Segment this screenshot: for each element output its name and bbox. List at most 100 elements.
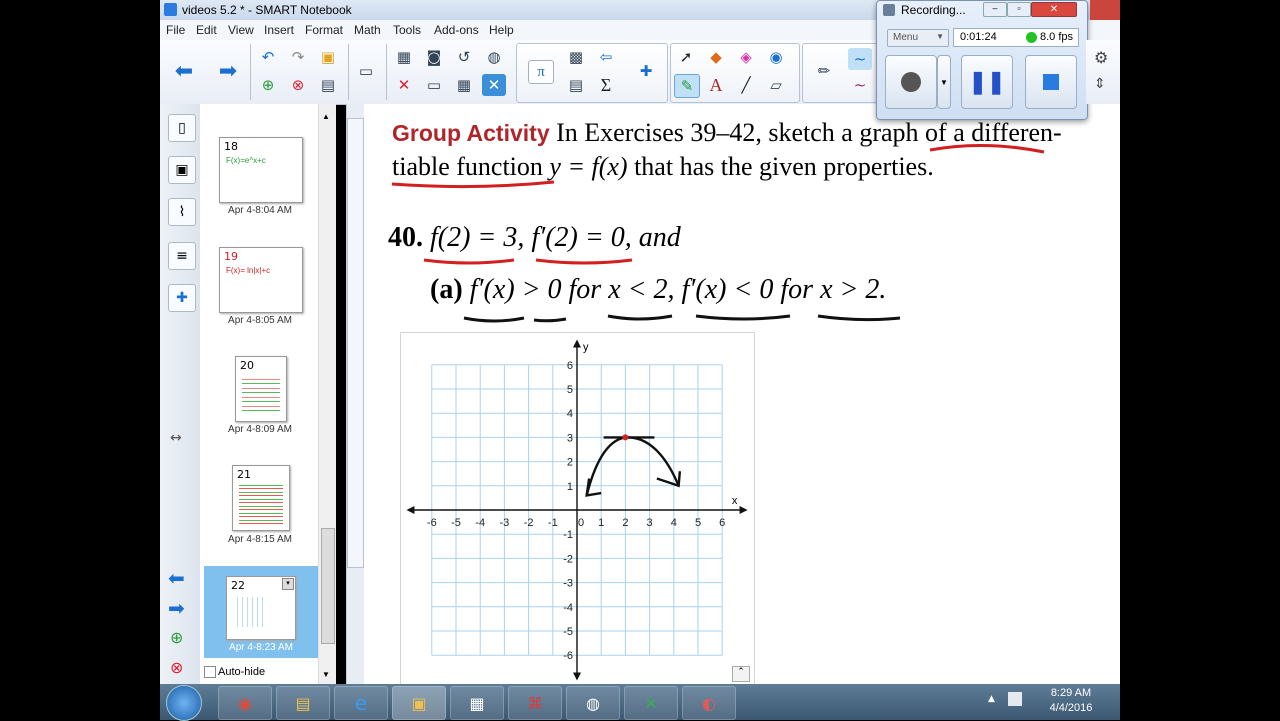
fill-icon[interactable]: ◉ — [764, 46, 788, 68]
screen-shade-icon[interactable]: ▭ — [354, 60, 378, 82]
menu-format[interactable]: Format — [305, 23, 343, 37]
add-page-icon[interactable]: ⊕ — [256, 74, 280, 96]
page-thumbnail[interactable]: 20 — [235, 356, 287, 422]
delete-page-icon[interactable]: ⊗ — [170, 658, 183, 677]
pause-button[interactable]: ❚❚ — [961, 55, 1013, 109]
file-explorer-icon[interactable]: ▤ — [276, 686, 330, 720]
stop-button[interactable] — [1025, 55, 1077, 109]
save-icon[interactable]: ▤ — [316, 74, 340, 96]
table-math-icon[interactable]: ▤ — [564, 74, 588, 96]
recorder-app-icon[interactable]: ◐ — [682, 686, 736, 720]
recorder-title: Recording... — [901, 3, 966, 17]
calculator-icon[interactable]: ▦ — [450, 686, 504, 720]
delete-icon[interactable]: ✕ — [392, 74, 416, 96]
show-hidden-icons[interactable]: ▲ — [988, 694, 995, 704]
web-icon[interactable]: ◍ — [482, 46, 506, 68]
autohide-checkbox[interactable] — [204, 666, 216, 678]
text-icon[interactable]: A — [704, 74, 728, 96]
shape-icon[interactable]: ◆ — [704, 46, 728, 68]
pen-type-icon[interactable]: ✏ — [812, 60, 836, 82]
forward-arrow-icon[interactable]: ➡ — [216, 59, 240, 84]
smart-notebook-icon[interactable]: ▣ — [392, 686, 446, 720]
graph-icon[interactable]: ▩ — [564, 46, 588, 68]
paste-icon[interactable]: ▦ — [392, 46, 416, 68]
gear-icon[interactable]: ⚙ — [1094, 48, 1108, 67]
x-tick-label: -3 — [500, 517, 510, 529]
move-toolbar-icon[interactable]: ⇕ — [1094, 76, 1106, 92]
attachments-tab-icon[interactable]: ⌇ — [168, 198, 196, 226]
close-shape-icon[interactable]: ✕ — [482, 74, 506, 96]
delete-page-icon[interactable]: ⊗ — [286, 74, 310, 96]
menu-addons[interactable]: Add-ons — [434, 23, 479, 37]
select-arrow-icon[interactable]: ➚ — [674, 46, 698, 68]
pen-icon[interactable]: ✎ — [674, 74, 700, 98]
selected-page-highlight[interactable]: 22 ▾ Apr 4-8:23 AM — [204, 566, 318, 658]
line-style-2-icon[interactable]: ∼ — [848, 74, 872, 96]
page-sorter-tab-icon[interactable]: ▯ — [168, 114, 196, 142]
record-options-button[interactable]: ▼ — [937, 55, 951, 109]
camera-icon[interactable]: ◙ — [422, 46, 446, 68]
addons-tab-icon[interactable]: ✚ — [168, 284, 196, 312]
page-menu-icon[interactable]: ▾ — [282, 578, 294, 590]
previous-page-icon[interactable]: ⬅ — [168, 566, 185, 590]
back-arrow-icon[interactable]: ⬅ — [172, 59, 196, 84]
internet-explorer-icon[interactable]: e — [334, 686, 388, 720]
page-thumbnail[interactable]: 18 F(x)=e^x+c — [219, 137, 303, 203]
network-app-icon[interactable]: ◍ — [566, 686, 620, 720]
record-button[interactable] — [885, 55, 937, 109]
minimize-button[interactable]: – — [983, 2, 1007, 17]
screen-icon[interactable]: ▭ — [422, 74, 446, 96]
eraser-icon[interactable]: ◈ — [734, 46, 758, 68]
capture-icon[interactable]: ↺ — [452, 46, 476, 68]
pi-icon[interactable]: π — [528, 60, 554, 84]
redo-icon[interactable]: ↷ — [286, 46, 310, 68]
add-page-icon[interactable]: ⊕ — [170, 628, 183, 647]
page-number: 20 — [240, 359, 254, 372]
resize-handle-icon[interactable]: ↔ — [170, 430, 182, 446]
highlighter-icon[interactable]: ▱ — [764, 74, 788, 96]
next-page-icon[interactable]: ➡ — [168, 596, 185, 620]
close-button[interactable]: ✕ — [1031, 2, 1077, 17]
notebook-page[interactable]: Group Activity In Exercises 39–42, sketc… — [364, 104, 1120, 686]
maximize-button[interactable]: ▫ — [1007, 2, 1031, 17]
window-title: videos 5.2 * - SMART Notebook — [182, 3, 352, 17]
clock[interactable]: 8:29 AM 4/4/2016 — [1036, 687, 1106, 714]
menu-edit[interactable]: Edit — [196, 23, 217, 37]
page-thumbnail[interactable]: 19 F(x)= ln|x|+c — [219, 247, 303, 313]
x-axis-arrow — [406, 506, 415, 514]
menu-help[interactable]: Help — [489, 23, 514, 37]
gallery-tab-icon[interactable]: ▣ — [168, 156, 196, 184]
geometry-icon[interactable]: ⇦ — [594, 46, 618, 68]
chrome-icon[interactable]: ◉ — [218, 686, 272, 720]
undo-icon[interactable]: ↶ — [256, 46, 280, 68]
excel-icon[interactable]: ✕ — [624, 686, 678, 720]
page-thumbnail[interactable]: 22 ▾ — [226, 576, 296, 640]
sigma-icon[interactable]: Σ — [594, 74, 618, 96]
action-center-icon[interactable] — [1008, 692, 1022, 706]
sorter-scrollbar[interactable]: ▲ ▼ — [318, 104, 336, 684]
table-icon[interactable]: ▦ — [452, 74, 476, 96]
menu-tools[interactable]: Tools — [393, 23, 421, 37]
app-close-button[interactable] — [1090, 0, 1120, 20]
menu-insert[interactable]: Insert — [264, 23, 294, 37]
scroll-up-icon[interactable]: ▲ — [322, 112, 330, 121]
acrobat-icon[interactable]: ⌘ — [508, 686, 562, 720]
line-icon[interactable]: ╱ — [734, 74, 758, 96]
page-sorter: 18 F(x)=e^x+c Apr 4-8:04 AM 19 F(x)= ln|… — [200, 104, 335, 684]
start-orb-icon[interactable] — [166, 685, 202, 721]
properties-tab-icon[interactable]: ≡ — [168, 242, 196, 270]
menu-math[interactable]: Math — [354, 23, 381, 37]
panel-divider[interactable] — [346, 104, 365, 684]
page-label: Apr 4-8:09 AM — [228, 424, 292, 435]
collapse-icon[interactable]: ⌃ — [732, 666, 750, 682]
scroll-down-icon[interactable]: ▼ — [322, 670, 330, 679]
open-icon[interactable]: ▣ — [316, 46, 340, 68]
page-thumbnail[interactable]: 21 — [232, 465, 290, 531]
menu-view[interactable]: View — [228, 23, 254, 37]
page-number: 19 — [224, 250, 238, 263]
scrollbar-thumb[interactable] — [321, 528, 335, 644]
recorder-menu-dropdown[interactable]: Menu ▼ — [887, 29, 949, 47]
menu-file[interactable]: File — [166, 23, 185, 37]
line-style-icon[interactable]: ∼ — [848, 48, 872, 70]
addon-icon[interactable]: ✚ — [634, 60, 658, 82]
